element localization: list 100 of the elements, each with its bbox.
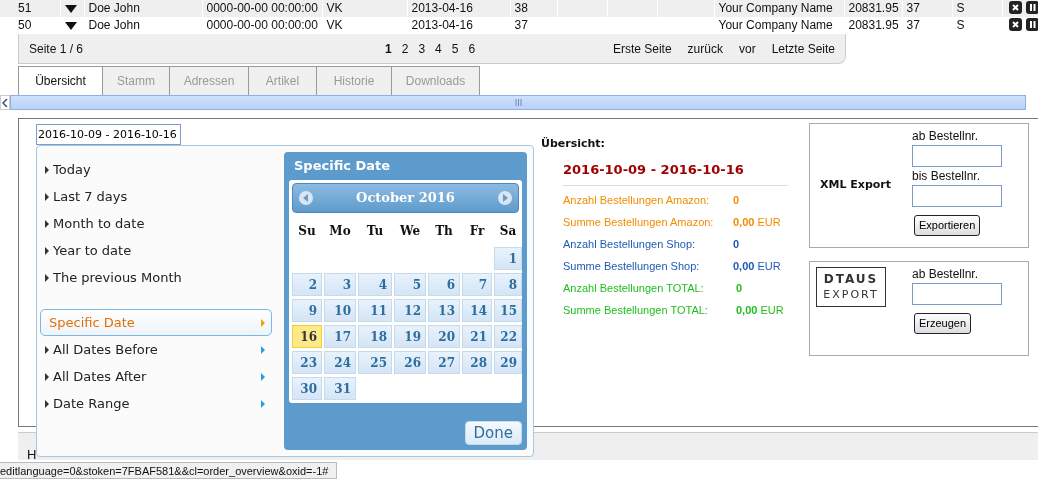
scroll-left-button[interactable] — [0, 95, 10, 110]
calendar-day[interactable]: 27 — [428, 350, 460, 374]
action-button[interactable]: Exportieren — [914, 215, 981, 236]
calendar-day[interactable]: 29 — [494, 350, 522, 374]
calendar-day[interactable]: 16 — [292, 324, 322, 348]
table-cell: VK — [322, 0, 407, 17]
delete-icon[interactable] — [1008, 18, 1022, 31]
order-number-field[interactable] — [912, 283, 1002, 305]
pause-icon[interactable] — [1025, 1, 1038, 14]
calendar-day[interactable]: 2 — [292, 272, 322, 296]
calendar-day[interactable]: 4 — [358, 272, 392, 296]
stat-value: 0 — [736, 281, 743, 296]
weekday-label: Mo — [328, 222, 352, 240]
expand-arrow-icon[interactable] — [64, 21, 77, 30]
page-link[interactable]: 4 — [435, 39, 442, 58]
preset-menu-item[interactable]: Specific Date — [40, 309, 272, 336]
field-label: bis Bestellnr. — [912, 168, 982, 185]
calendar-day[interactable]: 20 — [428, 324, 460, 348]
calendar-day[interactable]: 28 — [462, 350, 492, 374]
weekday-label: Fr — [468, 222, 486, 240]
stat-label: Summe Bestellungen Shop: — [563, 259, 701, 274]
preset-menu-item[interactable]: All Dates After — [40, 363, 272, 390]
table-cell: 51 — [0, 0, 60, 17]
calendar-day[interactable]: 1 — [494, 246, 522, 270]
panel-title: Specific Date — [293, 157, 392, 175]
stat-label: Summe Bestellungen TOTAL: — [563, 303, 709, 318]
preset-menu-item[interactable]: The previous Month — [40, 264, 272, 291]
done-button[interactable]: Done — [464, 420, 522, 445]
stat-value: 0,00 EUR — [736, 303, 784, 318]
calendar-day[interactable]: 25 — [358, 350, 392, 374]
order-number-field[interactable] — [912, 185, 1002, 207]
calendar-day[interactable]: 24 — [324, 350, 356, 374]
table-cell: Doe John — [84, 0, 202, 17]
weekday-label: Th — [434, 222, 454, 240]
export-title: XML Export — [820, 177, 891, 194]
preset-menu-item[interactable]: All Dates Before — [40, 336, 272, 363]
calendar-day[interactable]: 13 — [428, 298, 460, 322]
calendar-day[interactable]: 6 — [428, 272, 460, 296]
calendar-day[interactable]: 14 — [462, 298, 492, 322]
preset-menu-item[interactable]: Today — [40, 156, 272, 183]
pager-link[interactable]: Erste Seite — [612, 39, 672, 58]
calendar-day[interactable]: 26 — [394, 350, 426, 374]
stat-label: Summe Bestellungen Amazon: — [563, 215, 715, 230]
stat-value: 0,00 EUR — [733, 259, 781, 274]
calendar-day[interactable]: 3 — [324, 272, 356, 296]
table-cell: 20831.95 — [844, 0, 902, 17]
calendar-day[interactable]: 22 — [494, 324, 522, 348]
page-link[interactable]: 5 — [451, 39, 459, 58]
calendar-day[interactable]: 30 — [292, 376, 322, 400]
logo-text: DTAUS — [822, 272, 880, 287]
tab[interactable]: Downloads — [392, 66, 480, 95]
calendar-day[interactable]: 11 — [358, 298, 392, 322]
table-cell: 0000-00-00 00:00:00 — [202, 0, 322, 17]
pager-link[interactable]: vor — [738, 39, 756, 58]
action-button[interactable]: Erzeugen — [914, 313, 972, 334]
pager-link[interactable]: zurück — [687, 39, 723, 58]
pager-link[interactable]: Letzte Seite — [771, 39, 835, 58]
tab[interactable]: Adressen — [170, 66, 249, 95]
tab[interactable]: Übersicht — [18, 66, 103, 95]
calendar-day[interactable]: 15 — [494, 298, 522, 322]
calendar-day[interactable]: 18 — [358, 324, 392, 348]
calendar-day[interactable]: 21 — [462, 324, 492, 348]
calendar-day[interactable]: 8 — [494, 272, 522, 296]
overview-title: Übersicht: — [541, 136, 607, 152]
calendar-day[interactable]: 7 — [462, 272, 492, 296]
preset-menu-item[interactable]: Last 7 days — [40, 183, 272, 210]
order-number-field[interactable] — [912, 145, 1002, 167]
calendar-day[interactable]: 31 — [324, 376, 356, 400]
preset-menu-item[interactable]: Year to date — [40, 237, 272, 264]
calendar-day[interactable]: 5 — [394, 272, 426, 296]
tab[interactable]: Historie — [317, 66, 392, 95]
delete-icon[interactable] — [1008, 1, 1022, 14]
table-cell: 37 — [902, 0, 952, 17]
pause-icon[interactable] — [1025, 18, 1038, 31]
tab[interactable]: Artikel — [249, 66, 317, 95]
table-cell: 37 — [902, 17, 952, 34]
table-cell: 2013-04-16 — [407, 0, 510, 17]
tab-label[interactable]: H — [27, 447, 37, 462]
calendar-day[interactable]: 19 — [394, 324, 426, 348]
calendar-day[interactable]: 17 — [324, 324, 356, 348]
calendar-day[interactable]: 12 — [394, 298, 426, 322]
preset-menu-item[interactable]: Month to date — [40, 210, 272, 237]
tab[interactable]: Stamm — [103, 66, 170, 95]
stat-label: Anzahl Bestellungen Amazon: — [563, 193, 711, 208]
page-link[interactable]: 6 — [468, 39, 476, 58]
weekday-label: Tu — [365, 222, 385, 240]
date-range-field[interactable]: 2016-10-09 - 2016-10-16 — [36, 124, 181, 145]
calendar-day[interactable]: 10 — [324, 298, 356, 322]
calendar-day[interactable]: 23 — [292, 350, 322, 374]
expand-arrow-icon[interactable] — [64, 4, 77, 13]
stat-label: Anzahl Bestellungen TOTAL: — [563, 281, 705, 296]
weekday-label: We — [398, 222, 422, 240]
scrollbar-thumb[interactable] — [10, 95, 1026, 110]
page-link[interactable]: 3 — [418, 39, 426, 58]
preset-menu-item[interactable]: Date Range — [40, 390, 272, 417]
month-title: October 2016 — [356, 188, 455, 207]
page-link[interactable]: 2 — [401, 39, 409, 58]
page-link[interactable]: 1 — [385, 39, 392, 58]
logo-text: EXPORT — [822, 287, 880, 302]
calendar-day[interactable]: 9 — [292, 298, 322, 322]
